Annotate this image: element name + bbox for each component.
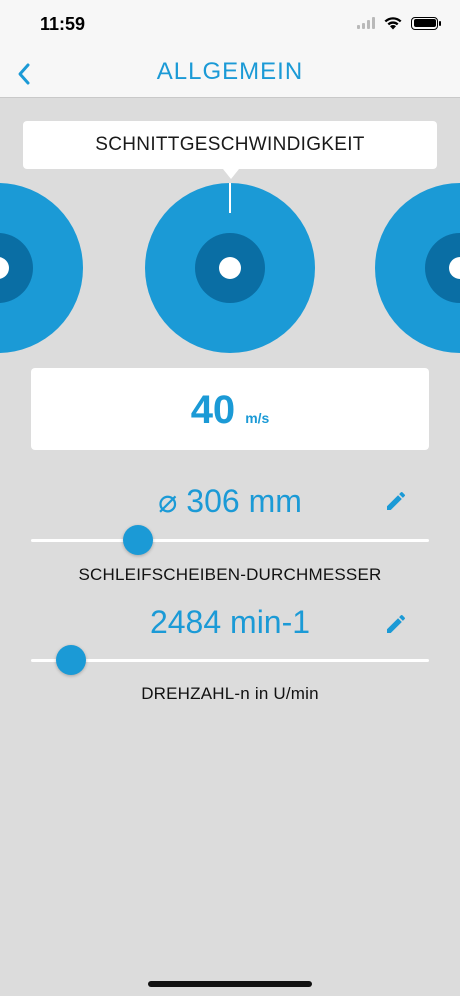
wifi-icon	[384, 17, 402, 30]
diameter-label: SCHLEIFSCHEIBEN-DURCHMESSER	[78, 565, 382, 584]
wheel-marker	[229, 183, 231, 213]
diameter-slider[interactable]	[31, 525, 429, 555]
rpm-label: DREHZAHL-n in U/min	[141, 684, 319, 703]
rpm-slider[interactable]	[31, 645, 429, 675]
status-icons	[357, 16, 441, 30]
battery-icon	[411, 16, 441, 30]
selected-wheel-tooltip: SCHNITTGESCHWINDIGKEIT	[23, 121, 437, 179]
signal-icon	[357, 17, 375, 29]
cutting-speed-value: 40	[190, 388, 236, 432]
wheel-hole	[219, 257, 241, 279]
wheel-carousel[interactable]	[0, 183, 460, 353]
wheel-selected[interactable]	[145, 183, 315, 353]
diameter-slider-thumb[interactable]	[123, 525, 154, 555]
rpm-slider-thumb[interactable]	[55, 645, 86, 675]
wheel-previous[interactable]	[0, 183, 83, 353]
pencil-icon[interactable]	[384, 612, 408, 636]
home-indicator	[148, 981, 312, 987]
status-bar: 11:59	[0, 0, 460, 50]
cutting-speed-display: 40 m/s	[31, 368, 429, 450]
status-time: 11:59	[40, 14, 86, 34]
navigation-bar: ALLGEMEIN	[0, 50, 460, 98]
pencil-icon[interactable]	[384, 489, 408, 513]
wheel-next[interactable]	[375, 183, 460, 353]
cutting-speed-unit: m/s	[245, 410, 270, 426]
page-title: ALLGEMEIN	[156, 58, 304, 85]
